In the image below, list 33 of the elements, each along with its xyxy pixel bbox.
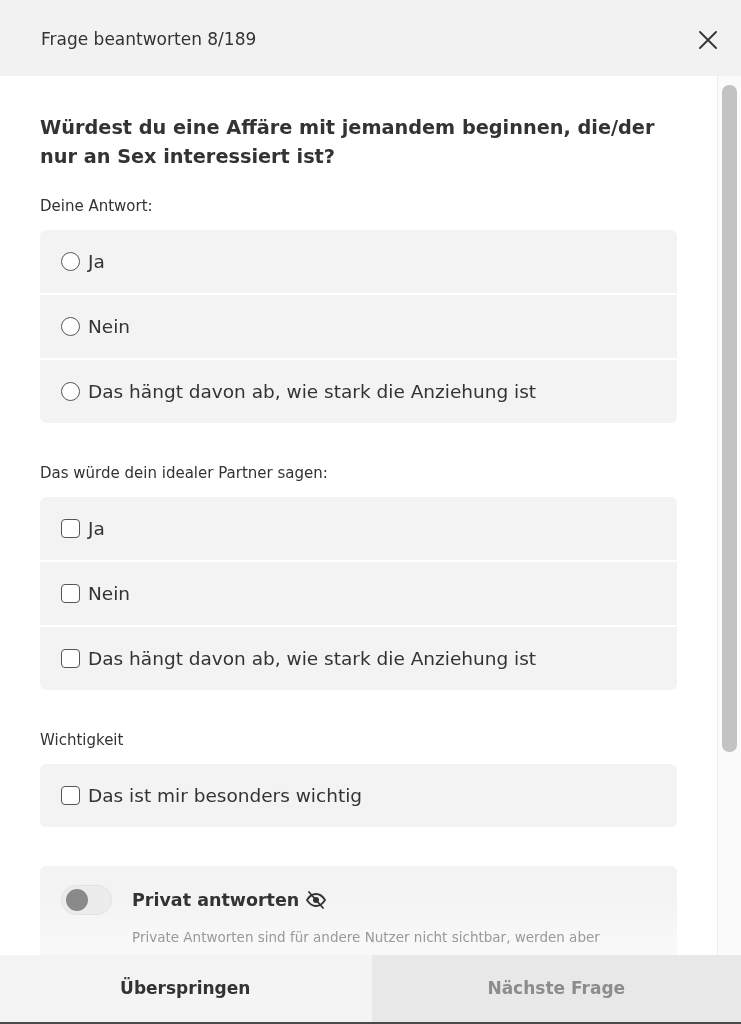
checkbox[interactable] [61,584,80,603]
skip-button[interactable]: Überspringen [0,955,371,1022]
option-label: Das ist mir besonders wichtig [88,783,363,808]
section-label: Wichtigkeit [40,730,125,751]
option-label: Nein [88,581,131,606]
scrollbar-thumb[interactable] [722,85,737,752]
checkbox[interactable] [61,649,80,668]
answer-option[interactable]: Das hängt davon ab, wie stark die Anziehung ist [40,360,677,423]
checkbox[interactable] [61,519,80,538]
section-label: Deine Antwort: [40,196,154,217]
close-icon[interactable] [699,31,717,49]
option-label: Ja [88,249,105,274]
question-title: Würdest du eine Affäre mit jemandem beginnen, die/der nur an Sex interessiert ist? [40,115,656,170]
radio-button[interactable] [61,252,80,271]
section-label: Das würde dein idealer Partner sagen: [40,463,329,484]
answer-option[interactable]: Das hängt davon ab, wie stark die Anziehung ist [40,627,677,690]
option-label: Nein [88,314,131,339]
answer-option[interactable]: Nein [40,562,677,625]
private-answer-description: Private Antworten sind für andere Nutzer nicht sichtbar, werden aber [132,928,601,947]
option-label: Das hängt davon ab, wie stark die Anziehung ist [88,379,537,404]
answer-option[interactable]: Ja [40,230,677,293]
option-label: Das hängt davon ab, wie stark die Anziehung ist [88,646,537,671]
answer-option[interactable]: Ja [40,497,677,560]
option-label: Ja [88,516,105,541]
radio-button[interactable] [61,317,80,336]
dialog-title: Frage beantworten 8/189 [41,28,257,52]
private-answer-label: Privat antworten [132,888,300,912]
radio-button[interactable] [61,382,80,401]
eye-slash-icon [305,891,328,909]
answer-option[interactable]: Das ist mir besonders wichtig [40,764,677,827]
answer-option[interactable]: Nein [40,295,677,358]
checkbox[interactable] [61,786,80,805]
toggle-switch[interactable] [61,885,112,915]
